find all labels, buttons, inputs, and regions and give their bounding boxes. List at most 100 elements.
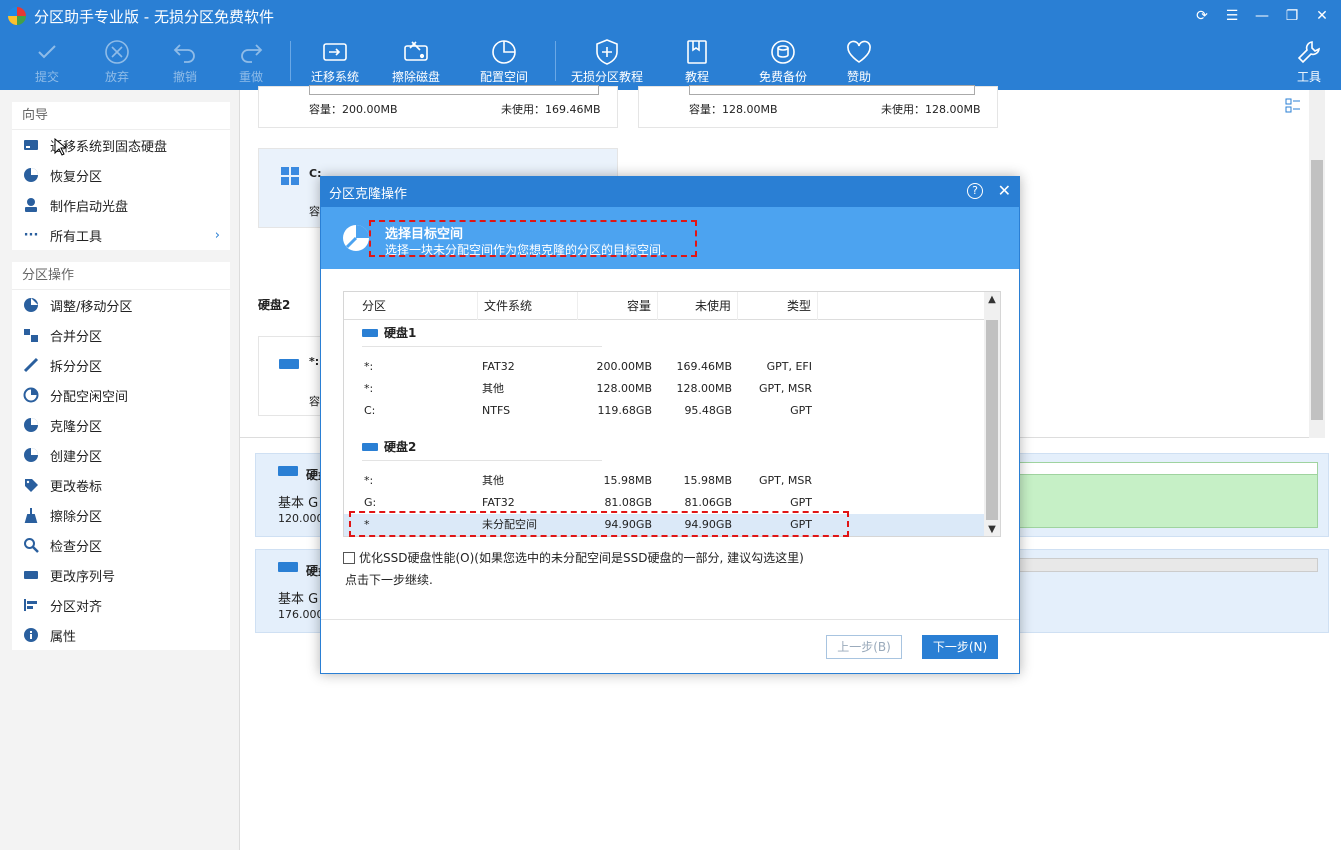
lossless-tutorial-button[interactable]: 无损分区教程 (562, 32, 652, 90)
tools-button[interactable]: 工具 (1279, 32, 1339, 90)
partition-bar[interactable] (1008, 558, 1318, 572)
op-properties[interactable]: 属性 (12, 620, 230, 650)
table-row[interactable]: *: FAT32 200.00MB 169.46MB GPT, EFI (344, 356, 986, 378)
col-fs[interactable]: 文件系统 (478, 292, 578, 320)
partition-card[interactable]: 容量：128.00MB 未使用：128.00MB (638, 85, 998, 128)
left-panel: 向导 迁移系统到固态硬盘 恢复分区 制作启动光盘 ··· 所有工具 › 分区操作… (0, 90, 240, 850)
wrench-icon (1296, 38, 1322, 66)
highlight-box (369, 220, 697, 257)
close-icon[interactable]: ✕ (1307, 0, 1337, 32)
broom-icon (22, 506, 40, 524)
scroll-up-icon[interactable]: ▲ (984, 292, 1000, 308)
op-resize-move[interactable]: 调整/移动分区 (12, 290, 230, 320)
tutorial-button[interactable]: 教程 (652, 32, 742, 90)
resize-icon (22, 296, 40, 314)
vertical-scrollbar[interactable] (1309, 90, 1325, 438)
col-capacity[interactable]: 容量 (578, 292, 658, 320)
backup-icon (769, 38, 797, 66)
partition-table: 分区 文件系统 容量 未使用 类型 硬盘1 *: FAT32 200.00MB … (343, 291, 1001, 537)
undo-icon (172, 38, 198, 66)
op-clone[interactable]: 克隆分区 (12, 410, 230, 440)
op-merge[interactable]: 合并分区 (12, 320, 230, 350)
redo-icon (238, 38, 264, 66)
partition-ops-group: 分区操作 调整/移动分区 合并分区 拆分分区 分配空闲空间 克隆分区 创建分区 … (12, 262, 230, 650)
table-row[interactable]: *: 其他 128.00MB 128.00MB GPT, MSR (344, 378, 986, 400)
op-split[interactable]: 拆分分区 (12, 350, 230, 380)
more-icon: ··· (23, 227, 39, 243)
allocate-icon (22, 386, 40, 404)
next-button[interactable]: 下一步(N) (922, 635, 998, 659)
op-serial[interactable]: 更改序列号 (12, 560, 230, 590)
op-allocate-free[interactable]: 分配空闲空间 (12, 380, 230, 410)
refresh-icon[interactable]: ⟳ (1187, 0, 1217, 32)
op-check[interactable]: 检查分区 (12, 530, 230, 560)
restore-icon[interactable]: ❐ (1277, 0, 1307, 32)
wizard-item-bootdisk[interactable]: 制作启动光盘 (12, 190, 230, 220)
undo-button[interactable]: 撤销 (152, 32, 218, 90)
disk-icon (362, 328, 378, 337)
allocate-space-button[interactable]: 配置空间 (459, 32, 549, 90)
commit-button[interactable]: 提交 (12, 32, 82, 90)
op-create[interactable]: 创建分区 (12, 440, 230, 470)
table-row[interactable]: *: 其他 15.98MB 15.98MB GPT, MSR (344, 470, 986, 492)
wizard-item-restore[interactable]: 恢复分区 (12, 160, 230, 190)
table-header: 分区 文件系统 容量 未使用 类型 (344, 292, 986, 320)
redo-button[interactable]: 重做 (218, 32, 284, 90)
pie-chart-icon (490, 38, 518, 66)
prev-button[interactable]: 上一步(B) (826, 635, 902, 659)
shield-plus-icon (594, 38, 620, 66)
disk-icon (278, 562, 298, 572)
toolbar-separator (290, 41, 291, 81)
col-unused[interactable]: 未使用 (658, 292, 738, 320)
op-align[interactable]: 分区对齐 (12, 590, 230, 620)
ssd-option-label: 优化SSD硬盘性能(O)(如果您选中的未分配空间是SSD硬盘的一部分, 建议勾选… (359, 551, 804, 565)
help-icon[interactable]: ? (967, 183, 983, 199)
mouse-cursor-icon (54, 138, 66, 156)
wipe-disk-button[interactable]: 擦除磁盘 (373, 32, 459, 90)
toolbar: 提交 放弃 撤销 重做 迁移系统 擦除磁盘 配置空间 无损分区教程 教程 免费备… (0, 32, 1341, 90)
app-title: 分区助手专业版 - 无损分区免费软件 (34, 7, 274, 26)
dialog-close-icon[interactable]: ✕ (998, 181, 1011, 200)
title-bar: 分区助手专业版 - 无损分区免费软件 ⟳ ☰ — ❐ ✕ (0, 0, 1341, 32)
ssd-checkbox[interactable] (343, 551, 355, 564)
disk-icon (362, 442, 378, 451)
migrate-disk-icon (321, 38, 349, 66)
info-icon (22, 626, 40, 644)
hint-text: 点击下一步继续. (345, 573, 433, 587)
ssd-option[interactable]: 优化SSD硬盘性能(O)(如果您选中的未分配空间是SSD硬盘的一部分, 建议勾选… (343, 549, 804, 566)
col-type[interactable]: 类型 (738, 292, 818, 320)
dialog-title: 分区克隆操作 (329, 186, 408, 202)
scroll-down-icon[interactable]: ▼ (984, 522, 1000, 536)
wizard-item-all-tools[interactable]: ··· 所有工具 › (12, 220, 230, 250)
clone-partition-dialog: 分区克隆操作 ? ✕ 选择目标空间 选择一块未分配空间作为您想克隆的分区的目标空… (320, 176, 1020, 674)
disk-icon (279, 359, 299, 369)
op-change-label[interactable]: 更改卷标 (12, 470, 230, 500)
split-icon (22, 356, 40, 374)
table-scrollbar[interactable]: ▲ ▼ (984, 292, 1000, 536)
op-wipe[interactable]: 擦除分区 (12, 500, 230, 530)
migrate-os-button[interactable]: 迁移系统 (297, 32, 373, 90)
windows-icon (281, 167, 299, 185)
free-backup-button[interactable]: 免费备份 (742, 32, 824, 90)
merge-icon (22, 326, 40, 344)
table-row[interactable]: C: NTFS 119.68GB 95.48GB GPT (344, 400, 986, 422)
check-icon (35, 38, 59, 66)
minimize-icon[interactable]: — (1247, 0, 1277, 32)
book-icon (685, 38, 709, 66)
partition-bar-unallocated[interactable] (1008, 462, 1318, 528)
menu-icon[interactable]: ☰ (1217, 0, 1247, 32)
bootdisk-icon (22, 196, 40, 214)
wizard-item-migrate[interactable]: 迁移系统到固态硬盘 (12, 130, 230, 160)
scroll-thumb[interactable] (986, 320, 998, 520)
wizard-title: 向导 (12, 102, 230, 130)
partition-card[interactable]: 容量：200.00MB 未使用：169.46MB (258, 85, 618, 128)
tag-icon (22, 476, 40, 494)
donate-button[interactable]: 赞助 (824, 32, 894, 90)
disk1-group: 硬盘1 (362, 324, 602, 347)
scroll-thumb[interactable] (1311, 160, 1323, 420)
discard-button[interactable]: 放弃 (82, 32, 152, 90)
view-toggle-icon[interactable] (1285, 98, 1301, 114)
align-icon (22, 596, 40, 614)
dialog-divider (321, 619, 1019, 620)
col-partition[interactable]: 分区 (344, 292, 478, 320)
